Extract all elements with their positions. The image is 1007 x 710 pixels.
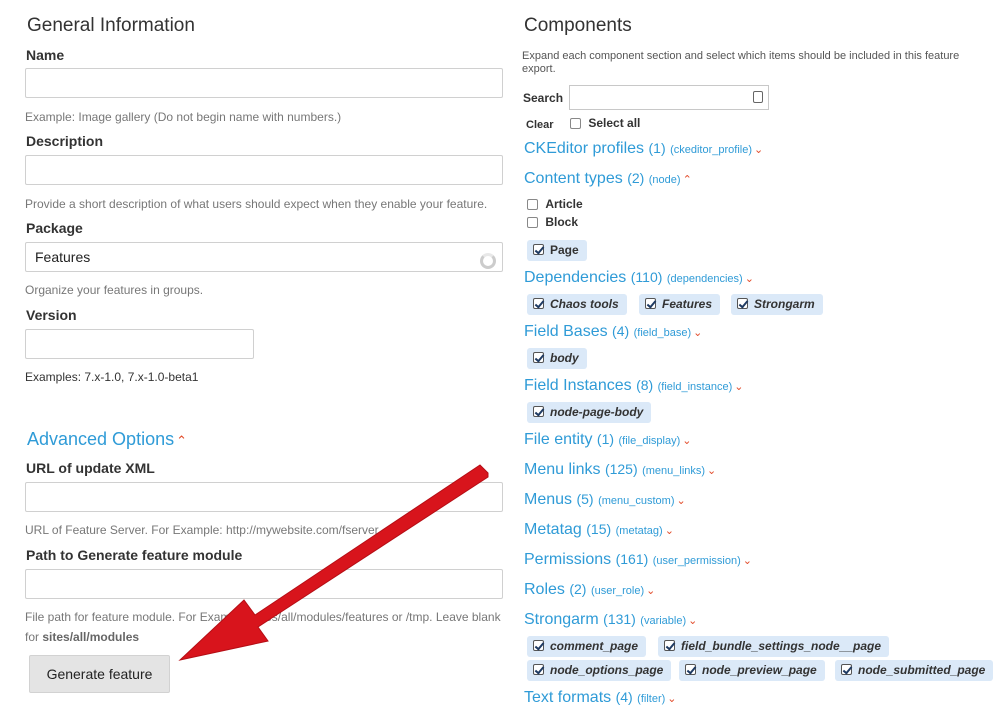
components-heading: Components [524, 15, 632, 36]
chevron-down-icon: ⌄ [688, 615, 698, 627]
chevron-down-icon: ⌄ [744, 273, 754, 285]
search-label: Search [523, 91, 564, 105]
component-permissions[interactable]: Permissions (161) (user_permission) ⌄ [524, 551, 752, 569]
description-label: Description [26, 133, 104, 149]
component-menus[interactable]: Menus (5) (menu_custom) ⌄ [524, 491, 686, 509]
content-type-page[interactable]: Page [527, 240, 587, 261]
description-help: Provide a short description of what user… [25, 197, 488, 211]
chevron-down-icon: ⌄ [707, 465, 717, 477]
red-arrow-annotation [178, 464, 489, 661]
select-all-checkbox[interactable] [570, 118, 581, 130]
chevron-down-icon: ⌄ [682, 435, 692, 447]
dependency-features[interactable]: Features [639, 294, 721, 315]
update-url-label: URL of update XML [26, 460, 155, 476]
chevron-down-icon: ⌄ [754, 144, 764, 156]
name-label: Name [26, 47, 65, 63]
name-field[interactable] [25, 68, 503, 98]
general-information-heading: General Information [27, 15, 195, 36]
chevron-up-icon: ⌃ [682, 174, 692, 186]
module-path-default: for sites/all/modules [25, 630, 140, 644]
checkbox[interactable] [527, 217, 538, 229]
field-instance-node-page-body[interactable]: node-page-body [527, 402, 652, 423]
strongarm-comment-page[interactable]: comment_page [527, 636, 647, 657]
red-arrow-icon [178, 464, 489, 661]
chevron-down-icon: ⌄ [676, 495, 686, 507]
checkbox[interactable] [527, 199, 538, 211]
strongarm-node-submitted-page[interactable]: node_submitted_page [835, 660, 994, 681]
component-metatag[interactable]: Metatag (15) (metatag) ⌄ [524, 521, 674, 539]
component-menu-links[interactable]: Menu links (125) (menu_links) ⌄ [524, 461, 716, 479]
chevron-up-icon: ⌃ [176, 433, 187, 448]
chevron-down-icon: ⌄ [742, 555, 752, 567]
component-strongarm[interactable]: Strongarm (131) (variable) ⌄ [524, 611, 697, 629]
version-label: Version [26, 307, 77, 323]
name-description: Example: Image gallery (Do not begin nam… [25, 110, 342, 124]
component-field-bases[interactable]: Field Bases (4) (field_base) ⌄ [524, 323, 702, 341]
component-content-types[interactable]: Content types (2) (node) ⌃ [524, 170, 692, 188]
content-type-article[interactable]: Article [527, 197, 583, 211]
strongarm-node-options-page[interactable]: node_options_page [527, 660, 672, 681]
search-icon [753, 91, 763, 103]
chevron-down-icon: ⌄ [646, 585, 656, 597]
chevron-down-icon: ⌄ [693, 327, 703, 339]
advanced-options-heading: Advanced Options [27, 429, 175, 449]
generate-feature-button[interactable]: Generate feature [29, 655, 170, 693]
chevron-down-icon: ⌄ [664, 525, 674, 537]
checkbox-checked [533, 244, 544, 256]
package-value: Features [35, 249, 91, 265]
description-field[interactable] [25, 155, 503, 185]
component-text-formats[interactable]: Text formats (4) (filter) ⌄ [524, 689, 677, 707]
package-field[interactable]: Features [25, 242, 503, 272]
component-field-instances[interactable]: Field Instances (8) (field_instance) ⌄ [524, 377, 743, 395]
version-description: Examples: 7.x-1.0, 7.x-1.0-beta1 [25, 370, 199, 384]
chevron-down-icon: ⌄ [734, 381, 744, 393]
package-description: Organize your features in groups. [25, 283, 204, 297]
strongarm-node-preview-page[interactable]: node_preview_page [679, 660, 825, 681]
component-dependencies[interactable]: Dependencies (110) (dependencies) ⌄ [524, 269, 754, 287]
loading-spinner-icon [480, 253, 496, 269]
dependency-strongarm[interactable]: Strongarm [731, 294, 823, 315]
strongarm-field-bundle-settings[interactable]: field_bundle_settings_node__page [658, 636, 890, 657]
component-search-input[interactable] [569, 85, 769, 110]
clear-link[interactable]: Clear [526, 119, 554, 131]
component-file-entity[interactable]: File entity (1) (file_display) ⌄ [524, 431, 691, 449]
package-label: Package [26, 220, 83, 236]
component-roles[interactable]: Roles (2) (user_role) ⌄ [524, 581, 655, 599]
advanced-options-toggle[interactable]: Advanced Options ⌃ [27, 429, 187, 450]
version-field[interactable] [25, 329, 254, 359]
field-base-body[interactable]: body [527, 348, 587, 369]
dependency-chaos-tools[interactable]: Chaos tools [527, 294, 627, 315]
component-ckeditor-profiles[interactable]: CKEditor profiles (1) (ckeditor_profile)… [524, 140, 763, 158]
chevron-down-icon: ⌄ [667, 693, 677, 705]
select-all-checkbox-row[interactable]: Select all [570, 116, 640, 130]
components-help: Expand each component section and select… [522, 50, 960, 75]
content-type-block[interactable]: Block [527, 215, 578, 229]
